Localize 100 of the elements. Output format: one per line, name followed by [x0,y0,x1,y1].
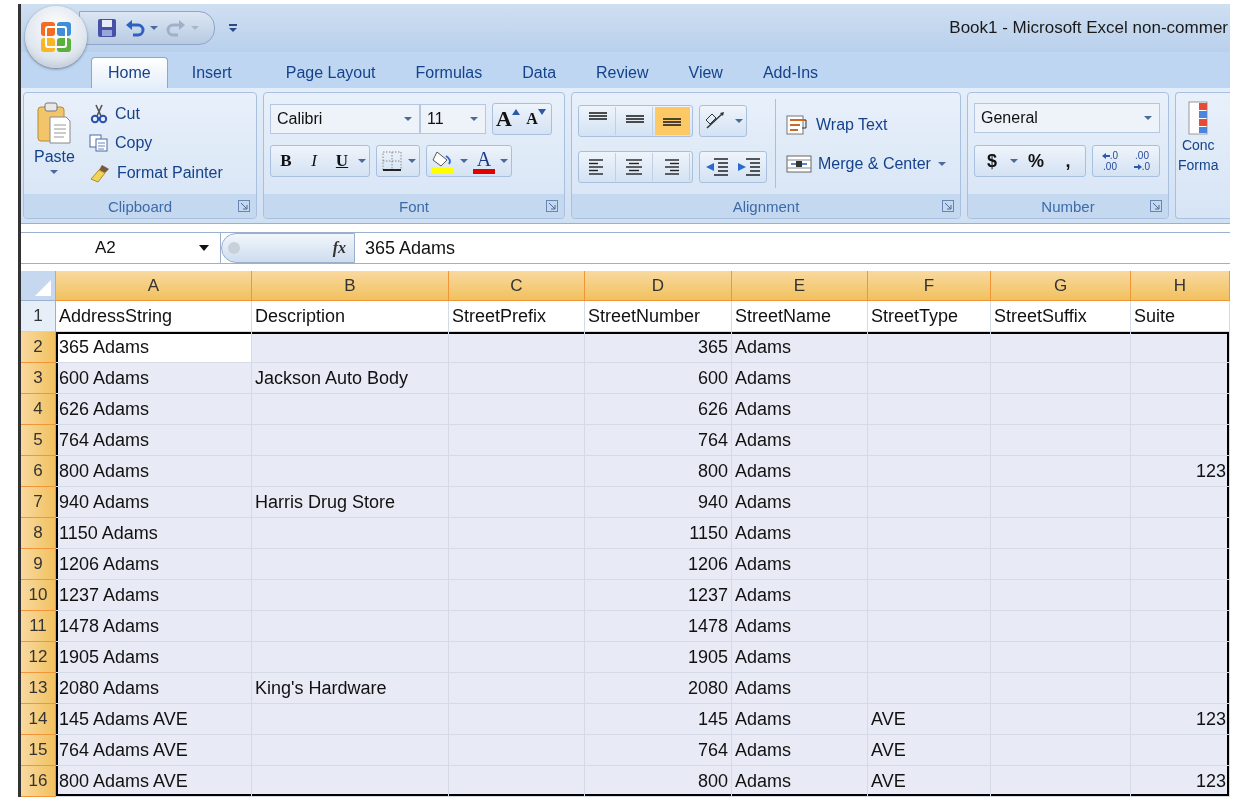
paste-button[interactable]: Paste [30,99,79,188]
caret-icon [936,160,947,167]
row-header[interactable]: 11 [21,611,56,642]
row-header[interactable]: 8 [21,518,56,549]
table-cell: 940 Adams [56,487,252,518]
row-header[interactable]: 6 [21,456,56,487]
caret-icon[interactable] [357,158,367,164]
column-header[interactable]: E [732,271,868,301]
merge-and-center-button[interactable]: Merge & Center [784,151,949,176]
caret-icon[interactable] [1009,158,1019,164]
ribbon-tab[interactable]: Home [91,57,168,88]
caret-icon[interactable] [149,24,159,32]
caret-icon[interactable] [499,158,509,164]
row-header[interactable]: 10 [21,580,56,611]
grow-font-button[interactable]: A [495,105,521,133]
wrap-text-button[interactable]: Wrap Text [784,111,949,138]
undo-icon[interactable] [124,17,146,39]
column-header[interactable]: G [991,271,1131,301]
table-cell: 764 Adams [56,425,252,456]
format-painter-button[interactable]: Format Painter [86,161,225,186]
bold-button[interactable]: B [273,147,299,175]
table-cell: 800 Adams [56,456,252,487]
font-name-dropdown[interactable]: Calibri [270,104,420,134]
row-header[interactable]: 13 [21,673,56,704]
row-header[interactable]: 2 [21,332,56,363]
row-header[interactable]: 5 [21,425,56,456]
ribbon-tab[interactable]: Add-Ins [746,58,835,88]
insert-function-button[interactable]: fx [221,233,355,263]
percent-button[interactable]: % [1021,147,1051,175]
caret-icon[interactable] [407,158,417,164]
table-cell: Adams [732,642,868,673]
column-header[interactable]: D [585,271,732,301]
column-header[interactable]: B [252,271,449,301]
table-cell: 1237 Adams [56,580,252,611]
currency-button[interactable]: $ [977,147,1007,175]
table-cell: 2080 [585,673,732,704]
row-header[interactable]: 9 [21,549,56,580]
table-cell: Harris Drug Store [252,487,449,518]
borders-icon[interactable] [379,148,405,174]
name-box[interactable]: A2 [21,233,221,263]
dialog-launcher-icon[interactable] [942,200,954,212]
right-arrow-icon [1133,163,1142,170]
conditional-formatting-icon [1188,101,1209,135]
table-cell: 764 Adams AVE [56,735,252,766]
caret-icon[interactable] [459,158,469,164]
increase-decimal-button[interactable]: .0 .00 [1095,147,1125,175]
table-cell: Adams [732,487,868,518]
cut-button[interactable]: Cut [86,101,225,126]
column-header[interactable]: C [449,271,585,301]
table-cell: Adams [732,394,868,425]
formula-field[interactable]: 365 Adams [355,233,1230,263]
caret-icon [1143,115,1153,121]
table-cell: 600 [585,363,732,394]
row-header[interactable]: 12 [21,642,56,673]
dialog-launcher-icon[interactable] [546,200,558,212]
ribbon-tab[interactable]: Data [506,58,573,88]
office-button[interactable] [25,6,87,68]
table-cell: Adams [732,425,868,456]
ribbon-tab[interactable]: Review [580,58,665,88]
ribbon-tab[interactable]: Insert [175,58,248,88]
font-size-dropdown[interactable]: 11 [420,104,486,134]
table-cell: 800 [585,456,732,487]
table-cell: 1478 [585,611,732,642]
column-header[interactable]: F [868,271,991,301]
shrink-font-button[interactable]: A [523,105,549,133]
table-cell: AVE [868,704,991,735]
customize-toolbar-icon[interactable] [227,22,239,34]
dialog-launcher-icon[interactable] [238,200,250,212]
row-header[interactable]: 1 [21,301,56,332]
dialog-launcher-icon[interactable] [1150,200,1162,212]
table-cell: 123 [1131,704,1230,735]
table-cell: Adams [732,363,868,394]
caret-icon[interactable] [734,117,744,124]
row-header[interactable]: 15 [21,735,56,766]
ribbon-tab[interactable]: View [672,58,739,88]
column-header[interactable]: A [56,271,252,301]
underline-button[interactable]: U [329,147,355,175]
table-cell: Adams [732,580,868,611]
decrease-decimal-button[interactable]: .00 .0 [1127,147,1157,175]
save-icon[interactable] [96,17,118,39]
table-cell: Adams [732,611,868,642]
vertical-align-button[interactable] [655,106,690,135]
ribbon-tab[interactable]: Formulas [399,58,499,88]
row-header[interactable]: 16 [21,766,56,797]
ribbon-tab[interactable]: Page Layout [269,58,392,88]
row-header[interactable]: 3 [21,363,56,394]
copy-button[interactable]: Copy [86,131,225,156]
merge-cells-icon [786,153,812,174]
number-format-dropdown[interactable]: General [974,103,1160,133]
table-cell: 123 [1131,456,1230,487]
comma-button[interactable]: , [1053,147,1083,175]
table-cell: King's Hardware [252,673,449,704]
row-header[interactable]: 14 [21,704,56,735]
row-header[interactable]: 4 [21,394,56,425]
row-header[interactable]: 7 [21,487,56,518]
table-cell: 365 [585,332,732,363]
table-cell: 1237 [585,580,732,611]
italic-button[interactable]: I [301,147,327,175]
column-header[interactable]: H [1131,271,1230,301]
caret-icon [403,116,413,122]
